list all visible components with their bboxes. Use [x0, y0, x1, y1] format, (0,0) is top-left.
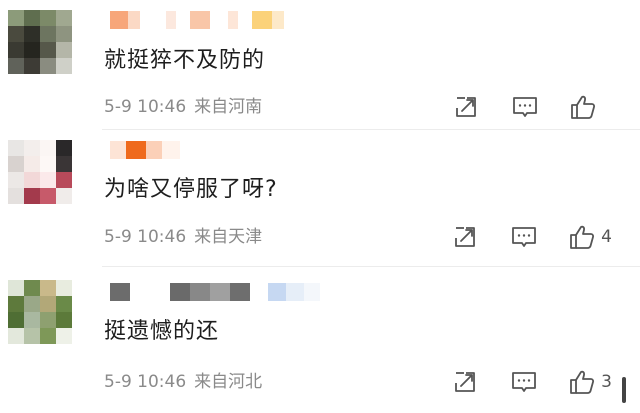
divider — [102, 266, 640, 267]
username[interactable] — [110, 11, 284, 29]
avatar[interactable] — [8, 140, 72, 204]
comment-location: 来自河北 — [194, 372, 263, 392]
comment-text: 就挺猝不及防的 — [104, 48, 266, 73]
thumbs-up-icon — [571, 95, 596, 119]
like-button[interactable]: 4 — [569, 224, 612, 250]
like-button[interactable] — [570, 94, 612, 120]
username[interactable] — [110, 283, 320, 301]
comment-text: 为啥又停服了呀? — [104, 177, 278, 202]
share-icon — [455, 227, 476, 247]
reply-button[interactable] — [512, 95, 538, 119]
share-button[interactable] — [453, 225, 477, 249]
like-button[interactable]: 3 — [569, 369, 612, 395]
comment-meta: 5-9 10:46 来自天津 — [104, 226, 262, 248]
comment-icon — [512, 372, 537, 392]
like-count: 3 — [601, 372, 612, 392]
comment-icon — [513, 97, 537, 117]
comment-location: 来自天津 — [194, 227, 263, 247]
comment-meta: 5-9 10:46 来自河南 — [104, 96, 262, 118]
avatar[interactable] — [8, 10, 72, 74]
comment-location: 来自河南 — [194, 97, 263, 117]
thumbs-up-icon — [570, 370, 595, 394]
comment-time: 5-9 10:46 — [104, 227, 187, 247]
comment-text: 挺遗憾的还 — [104, 319, 220, 344]
divider — [102, 129, 640, 130]
share-icon — [455, 372, 476, 392]
comment-time: 5-9 10:46 — [104, 97, 187, 117]
share-button[interactable] — [453, 370, 477, 394]
comment-actions: 4 — [453, 222, 612, 252]
reply-button[interactable] — [511, 370, 537, 394]
comment-list: 就挺猝不及防的 5-9 10:46 来自河南 为啥又停服了呀? 5-9 10:4… — [0, 0, 640, 413]
scrollbar[interactable] — [622, 377, 626, 403]
avatar[interactable] — [8, 280, 72, 344]
comment-meta: 5-9 10:46 来自河北 — [104, 371, 262, 393]
thumbs-up-icon — [570, 225, 595, 249]
comment-time: 5-9 10:46 — [104, 372, 187, 392]
share-icon — [456, 97, 476, 117]
comment-actions — [454, 92, 612, 122]
comment-actions: 3 — [453, 367, 612, 397]
username[interactable] — [110, 141, 180, 159]
comment-icon — [512, 227, 537, 247]
share-button[interactable] — [454, 95, 478, 119]
reply-button[interactable] — [511, 225, 537, 249]
like-count: 4 — [601, 227, 612, 247]
